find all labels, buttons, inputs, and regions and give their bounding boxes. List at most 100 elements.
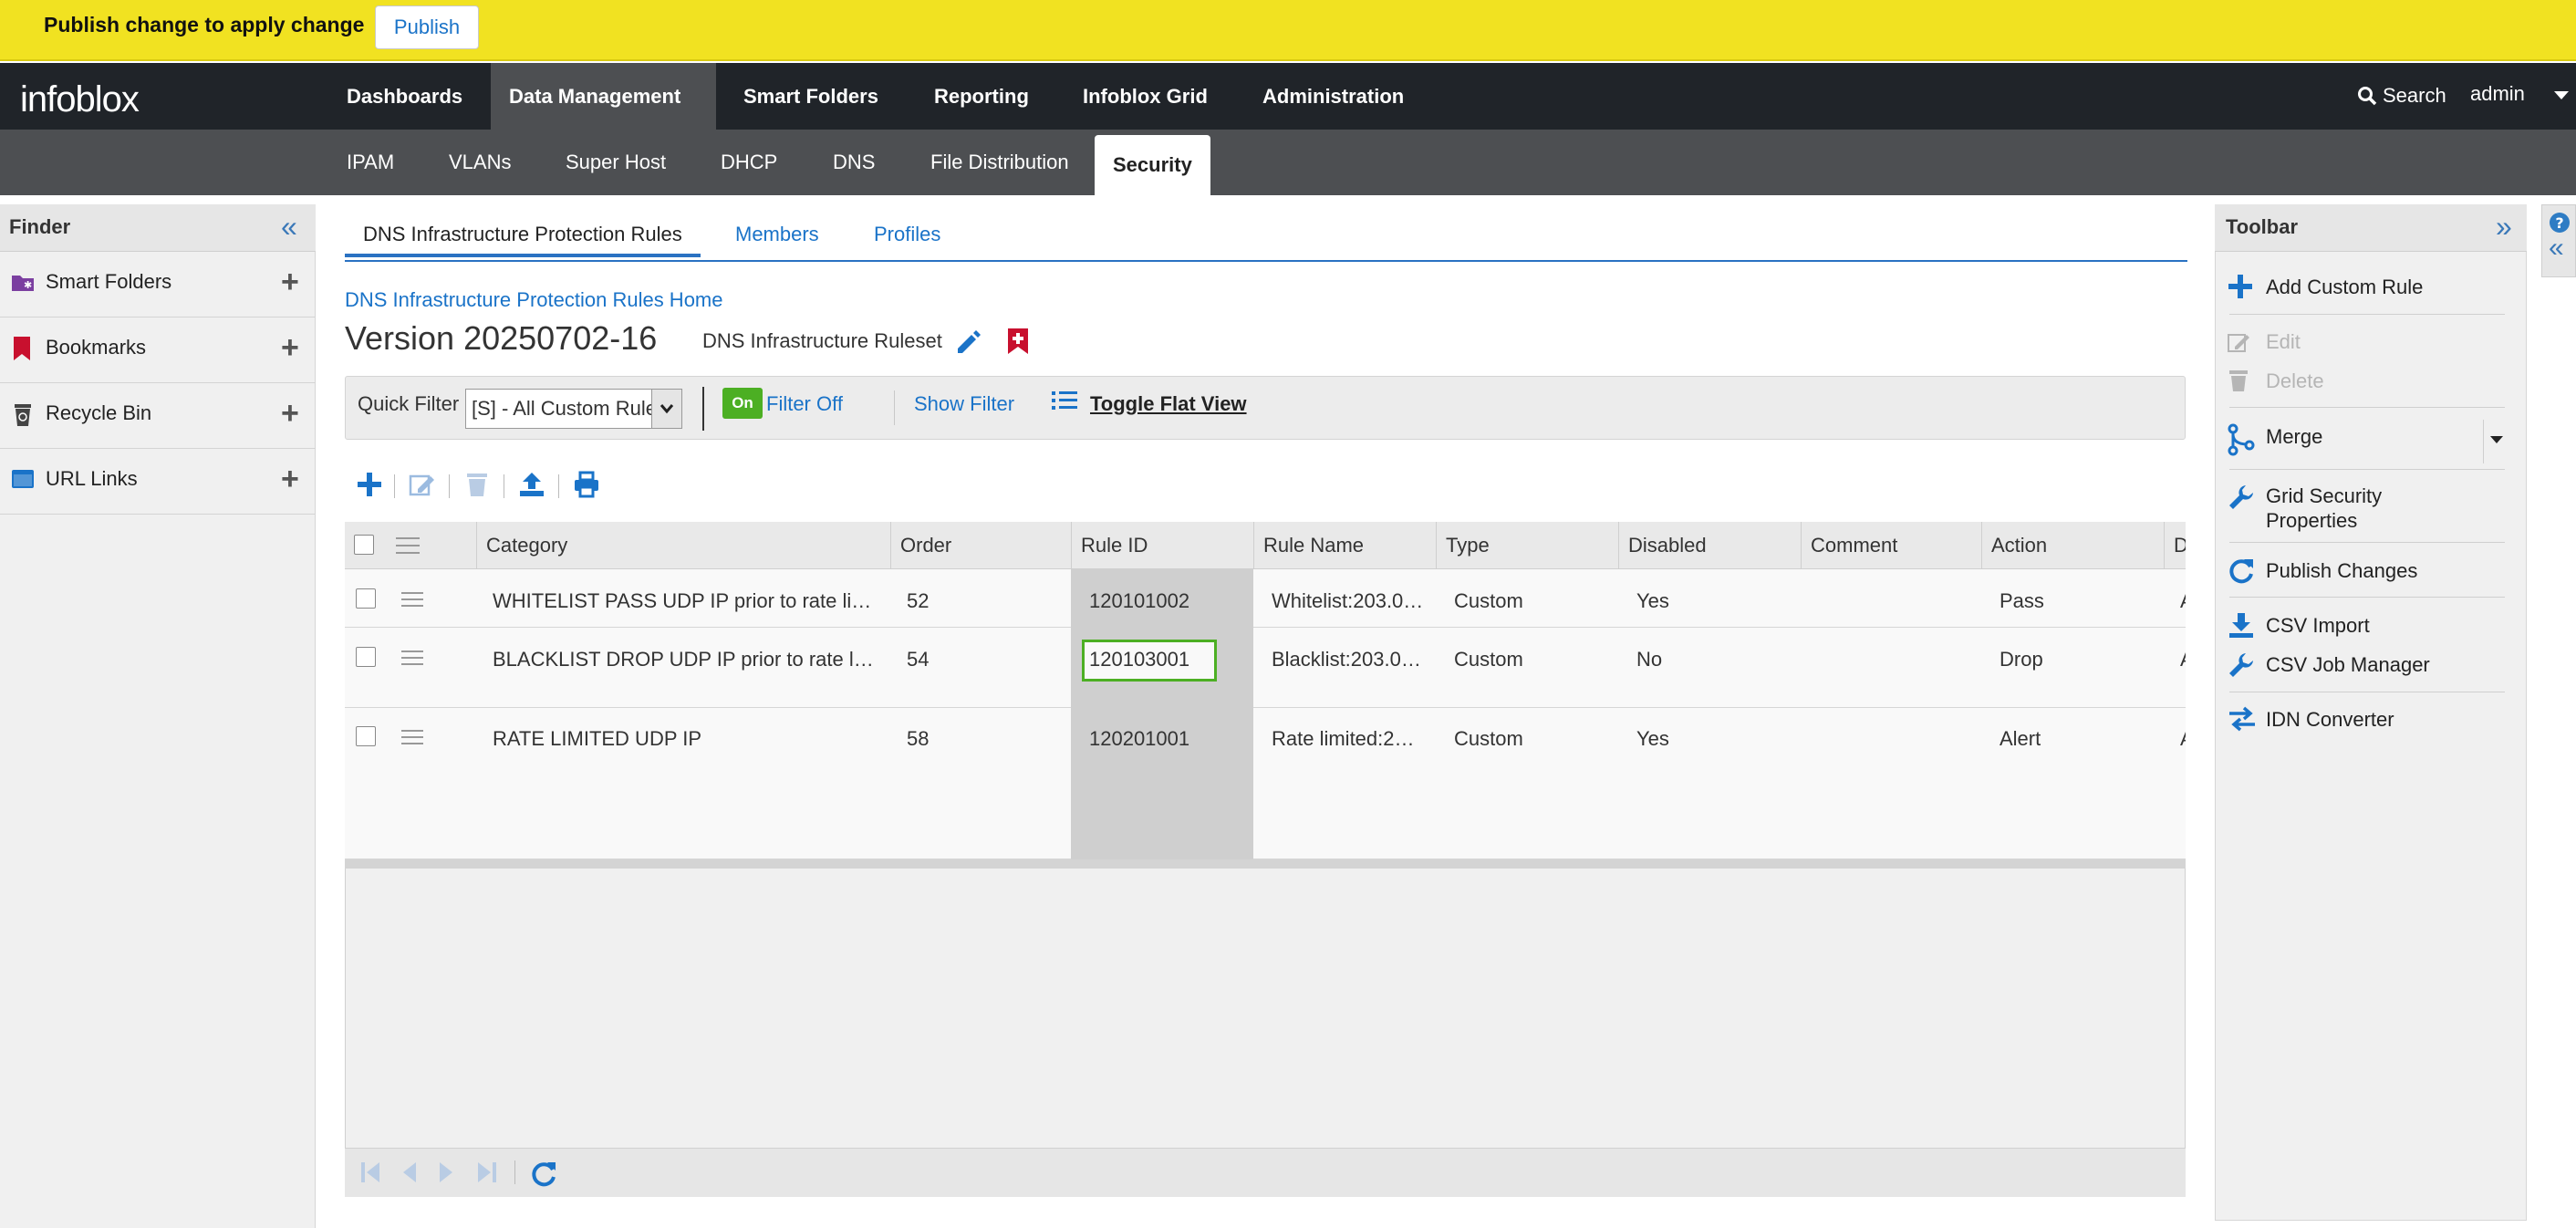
row-checkbox[interactable] (356, 726, 376, 746)
add-bookmark-icon[interactable]: + (281, 332, 299, 363)
search-icon (2358, 87, 2377, 106)
chevron-down-icon[interactable] (2554, 91, 2569, 99)
previous-page-icon[interactable] (400, 1160, 418, 1184)
subnav-dhcp[interactable]: DHCP (702, 130, 795, 195)
edit-icon (2228, 334, 2249, 352)
first-page-icon[interactable] (359, 1160, 381, 1184)
subnav-super-host[interactable]: Super Host (547, 130, 684, 195)
subnav-dns[interactable]: DNS (815, 130, 893, 195)
nav-smart-folders[interactable]: Smart Folders (725, 63, 897, 130)
user-menu[interactable]: admin (2470, 82, 2525, 106)
filter-toggle[interactable]: On (722, 388, 763, 419)
chevron-down-icon[interactable] (2490, 436, 2503, 443)
publish-changes-button[interactable]: Publish Changes (2266, 559, 2417, 583)
drag-handle-icon[interactable] (401, 591, 423, 608)
quick-filter-select[interactable]: [S] - All Custom Rules (465, 389, 682, 429)
edit-pencil-icon[interactable] (954, 328, 982, 356)
add-url-link-icon[interactable]: + (281, 463, 299, 494)
divider (2229, 314, 2505, 315)
publish-button[interactable]: Publish (375, 5, 479, 49)
tab-profiles[interactable]: Profiles (874, 223, 940, 246)
column-header-disabled[interactable]: Disabled (1618, 522, 1801, 569)
chevron-down-icon[interactable] (651, 389, 682, 429)
csv-job-manager-button[interactable]: CSV Job Manager (2266, 653, 2430, 677)
show-filter-link[interactable]: Show Filter (914, 392, 1014, 416)
filter-off-link[interactable]: Filter Off (766, 392, 843, 416)
add-icon[interactable] (356, 471, 383, 498)
cell-type: Custom (1454, 648, 1523, 671)
tab-dns-infrastructure-protection-rules[interactable]: DNS Infrastructure Protection Rules (345, 215, 701, 257)
grid-security-properties-button[interactable]: Grid Security Properties (2266, 484, 2448, 533)
idn-converter-button[interactable]: IDN Converter (2266, 708, 2394, 732)
row-checkbox[interactable] (356, 647, 376, 667)
table-scroll-divider[interactable] (345, 859, 2186, 869)
divider (558, 474, 559, 498)
add-smart-folder-icon[interactable]: + (281, 266, 299, 297)
breadcrumb[interactable]: DNS Infrastructure Protection Rules Home (345, 288, 723, 312)
divider (449, 474, 450, 498)
nav-dashboards[interactable]: Dashboards (328, 63, 481, 130)
csv-import-button[interactable]: CSV Import (2266, 614, 2370, 638)
divider (894, 390, 895, 425)
subnav-ipam[interactable]: IPAM (328, 130, 412, 195)
ruleset-label: DNS Infrastructure Ruleset (702, 329, 942, 352)
tab-members[interactable]: Members (735, 223, 819, 246)
select-all-checkbox[interactable] (354, 535, 374, 555)
merge-button[interactable]: Merge (2266, 425, 2322, 449)
add-bookmark-icon[interactable] (1007, 328, 1029, 355)
column-header-rule-id[interactable]: Rule ID (1071, 522, 1253, 569)
divider (2229, 597, 2505, 598)
help-icon[interactable]: ? (2549, 212, 2571, 234)
column-header-truncated[interactable]: D (2164, 522, 2186, 569)
nav-data-management[interactable]: Data Management (491, 63, 716, 130)
drag-handle-icon[interactable] (401, 729, 423, 745)
delete-icon[interactable] (465, 471, 489, 498)
menu-icon[interactable] (396, 536, 420, 555)
print-icon[interactable] (573, 471, 600, 498)
upload-icon[interactable] (518, 471, 545, 498)
refresh-icon (2229, 559, 2253, 584)
swap-icon (2229, 706, 2255, 732)
subnav-security[interactable]: Security (1095, 135, 1210, 195)
column-header-comment[interactable]: Comment (1801, 522, 1981, 569)
finder-label: Bookmarks (46, 336, 147, 359)
column-header-order[interactable]: Order (890, 522, 1071, 569)
delete-button[interactable]: Delete (2266, 369, 2324, 393)
next-page-icon[interactable] (438, 1160, 456, 1184)
trash-icon (2229, 370, 2248, 391)
subnav-file-distribution[interactable]: File Distribution (912, 130, 1087, 195)
cell-action: Pass (2000, 589, 2044, 612)
collapse-left-icon[interactable]: « (281, 212, 297, 241)
last-page-icon[interactable] (476, 1160, 498, 1184)
finder-label: Smart Folders (46, 270, 172, 293)
page-title: Version 20250702-16 (345, 319, 658, 357)
drag-handle-icon[interactable] (401, 650, 423, 666)
collapse-right-icon[interactable]: » (2496, 212, 2512, 241)
edit-button[interactable]: Edit (2266, 330, 2301, 354)
column-header-action[interactable]: Action (1981, 522, 2164, 569)
divider (514, 1160, 515, 1184)
nav-search[interactable]: Search (2357, 84, 2446, 108)
url-link-icon (12, 470, 34, 488)
refresh-icon[interactable] (529, 1159, 558, 1188)
column-header-category[interactable]: Category (476, 522, 890, 569)
column-header-rule-name[interactable]: Rule Name (1253, 522, 1436, 569)
collapse-left-icon[interactable]: « (2549, 234, 2564, 262)
nav-reporting[interactable]: Reporting (916, 63, 1047, 130)
row-checkbox[interactable] (356, 588, 376, 609)
cell-action: Alert (2000, 727, 2041, 750)
toggle-flat-view-link[interactable]: Toggle Flat View (1090, 392, 1247, 416)
edit-icon[interactable] (409, 471, 436, 498)
add-custom-rule-button[interactable]: Add Custom Rule (2266, 276, 2423, 299)
column-header-type[interactable]: Type (1436, 522, 1618, 569)
subnav-vlans[interactable]: VLANs (431, 130, 529, 195)
search-label: Search (2383, 84, 2446, 107)
divider (2229, 469, 2505, 470)
infoblox-logo: infoblox (20, 79, 140, 120)
svg-text:✱: ✱ (24, 279, 32, 291)
cell-order: 52 (907, 589, 930, 612)
wrench-icon (2229, 485, 2253, 509)
nav-infoblox-grid[interactable]: Infoblox Grid (1065, 63, 1226, 130)
add-recycle-bin-icon[interactable]: + (281, 398, 299, 429)
nav-administration[interactable]: Administration (1244, 63, 1422, 130)
